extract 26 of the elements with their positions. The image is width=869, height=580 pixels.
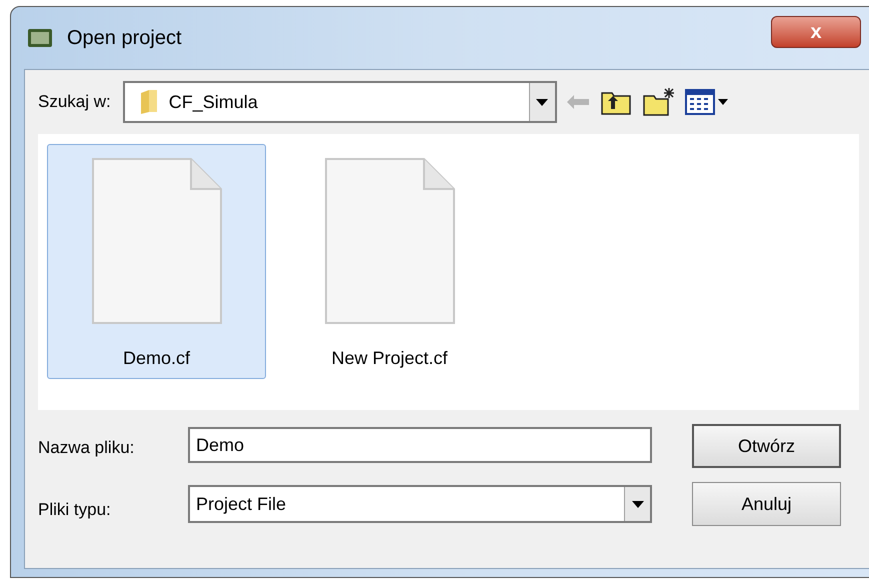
new-folder-icon[interactable]: [642, 88, 675, 116]
file-item[interactable]: New Project.cf: [280, 144, 499, 379]
look-in-label: Szukaj w:: [38, 91, 111, 114]
file-name-label: Nazwa pliku:: [38, 437, 136, 459]
dropdown-button[interactable]: [528, 83, 555, 121]
document-icon: [324, 157, 456, 325]
cancel-button[interactable]: Anuluj: [692, 482, 841, 526]
file-name: New Project.cf: [331, 347, 448, 370]
file-item[interactable]: Demo.cf: [47, 144, 266, 379]
file-type-value: Project File: [196, 492, 288, 516]
look-in-dropdown[interactable]: CF_Simula: [122, 81, 557, 123]
document-icon: [90, 157, 222, 325]
caret-icon: [536, 98, 548, 106]
open-button[interactable]: Otwórz: [692, 424, 841, 468]
file-name: Demo.cf: [122, 347, 190, 370]
dropdown-button[interactable]: [624, 487, 650, 521]
window-title: Open project: [67, 26, 182, 51]
file-type-dropdown[interactable]: Project File: [188, 485, 652, 523]
caret-icon: [632, 500, 644, 508]
file-name-value: Demo: [196, 434, 244, 456]
look-in-value: CF_Simula: [168, 90, 259, 114]
view-menu-icon[interactable]: [684, 89, 729, 115]
file-type-label: Pliki typu:: [38, 499, 112, 521]
window-app-icon: [27, 28, 53, 48]
file-name-field[interactable]: Demo: [188, 427, 652, 463]
folder-icon: [138, 89, 159, 115]
